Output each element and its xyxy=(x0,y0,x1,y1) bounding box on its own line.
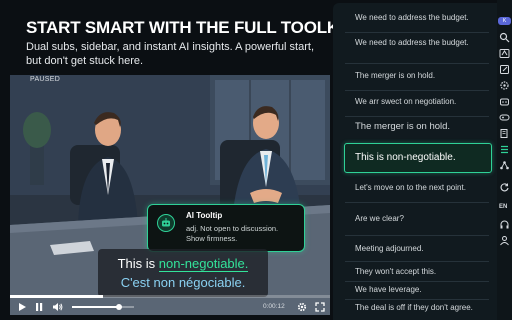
settings-icon[interactable] xyxy=(499,80,510,91)
rail-badge[interactable]: K xyxy=(498,17,511,25)
promo-subtitle: Dual subs, sidebar, and instant AI insig… xyxy=(26,41,314,67)
book-icon[interactable] xyxy=(499,128,510,139)
divider xyxy=(345,32,489,33)
network-icon[interactable] xyxy=(499,160,510,171)
edit-icon[interactable] xyxy=(499,64,510,75)
subtitle-primary-prefix: This is xyxy=(117,256,159,271)
bot-icon xyxy=(157,214,175,232)
bot-icon[interactable] xyxy=(499,96,510,107)
refresh-icon[interactable] xyxy=(499,182,510,193)
volume-knob[interactable] xyxy=(115,304,122,310)
tooltip-title: AI Tooltip xyxy=(186,211,223,220)
subtitle-secondary: C'est non négociable. xyxy=(120,275,246,290)
fullscreen-icon xyxy=(315,302,325,312)
list-icon[interactable] xyxy=(499,144,510,155)
transcript-item-active[interactable]: This is non-negotiable. xyxy=(344,143,492,173)
divider xyxy=(345,261,489,262)
divider xyxy=(345,116,489,117)
headphones-icon[interactable] xyxy=(499,219,510,230)
divider xyxy=(345,299,489,300)
promo-title: START SMART WITH THE FULL TOOLKIT. xyxy=(26,18,357,37)
subtitle-highlighted-word[interactable]: non-negotiable. xyxy=(158,256,249,272)
fullscreen-button[interactable] xyxy=(314,301,326,313)
tooltip-body: adj. Not open to discussion. Show firmne… xyxy=(186,224,279,243)
volume-icon xyxy=(52,303,62,311)
progress-fill xyxy=(10,295,103,298)
pause-icon xyxy=(36,303,43,311)
volume-button[interactable] xyxy=(51,301,63,313)
volume-fill xyxy=(72,306,119,308)
play-button[interactable] xyxy=(16,301,28,313)
divider xyxy=(345,281,489,282)
divider xyxy=(345,202,489,203)
paused-badge: PAUSED xyxy=(30,76,61,83)
divider xyxy=(345,235,489,236)
divider xyxy=(345,90,489,91)
progress-bar[interactable] xyxy=(10,295,330,298)
ai-tooltip: AI Tooltip adj. Not open to discussion. … xyxy=(147,204,305,252)
play-icon xyxy=(19,303,26,311)
user-icon[interactable] xyxy=(499,235,510,246)
gamepad-icon[interactable] xyxy=(499,112,510,123)
translate-icon[interactable] xyxy=(499,48,510,59)
pause-button[interactable] xyxy=(33,301,45,313)
gear-icon xyxy=(297,302,307,312)
time-display: 0:00:12 xyxy=(263,303,285,310)
divider xyxy=(345,63,489,64)
search-icon[interactable] xyxy=(499,32,510,43)
settings-button[interactable] xyxy=(296,301,308,313)
subtitle-box: This is non-negotiable. C'est non négoci… xyxy=(98,249,268,297)
subtitle-primary: This is non-negotiable. xyxy=(98,256,268,272)
transcript-panel[interactable]: We need to address the budget. We need t… xyxy=(333,3,497,320)
language-label[interactable]: EN xyxy=(499,204,507,210)
volume-slider[interactable] xyxy=(72,304,134,310)
